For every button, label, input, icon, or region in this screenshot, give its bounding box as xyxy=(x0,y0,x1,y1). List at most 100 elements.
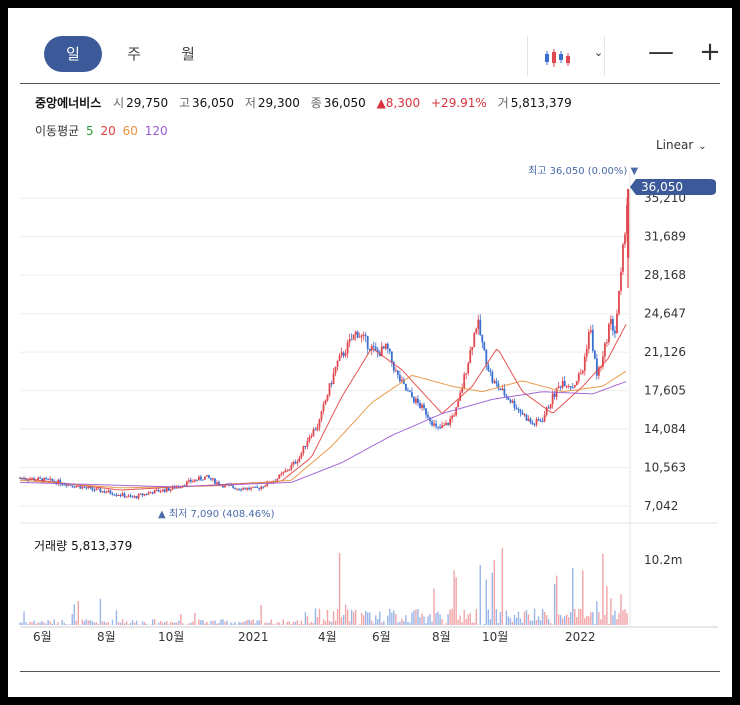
volume-bar xyxy=(164,621,166,625)
volume-bar xyxy=(264,622,266,625)
volume-bar xyxy=(413,610,415,625)
volume-bar xyxy=(19,622,21,625)
candle-body xyxy=(288,469,291,471)
candle-body xyxy=(286,470,289,472)
volume-bar xyxy=(568,617,570,625)
volume-bar xyxy=(304,612,307,625)
volume-bar xyxy=(288,621,291,625)
volume-bar xyxy=(200,620,202,625)
x-tick-label: 10월 xyxy=(158,630,184,644)
candle-body xyxy=(292,461,295,465)
candle-body xyxy=(579,373,582,375)
volume-bar xyxy=(143,622,146,625)
volume-bar xyxy=(218,623,220,625)
candle-body xyxy=(557,386,560,388)
candle-body xyxy=(135,496,138,499)
volume-bar xyxy=(578,609,580,625)
candle-body xyxy=(505,395,508,397)
volume-bar xyxy=(198,619,200,625)
volume-bar xyxy=(618,613,620,625)
volume-bar xyxy=(208,624,210,625)
candle-body xyxy=(495,381,498,384)
candle-body xyxy=(131,496,134,498)
candle-body xyxy=(111,493,114,495)
volume-bar xyxy=(91,621,94,625)
volume-bar xyxy=(590,612,592,625)
candle-body xyxy=(356,331,359,338)
volume-bar xyxy=(539,620,542,625)
price-chart[interactable]: 35,21031,68928,16824,64721,12617,60514,0… xyxy=(8,8,732,697)
current-price-label: 36,050 xyxy=(641,180,683,194)
volume-bar xyxy=(342,614,345,625)
candle-body xyxy=(622,244,624,272)
candle-body xyxy=(386,343,389,349)
candle-body xyxy=(284,470,287,473)
volume-bar xyxy=(543,612,546,625)
candle-body xyxy=(473,333,476,348)
volume-bar xyxy=(495,609,498,625)
volume-bar xyxy=(565,614,568,625)
volume-bar xyxy=(21,622,23,625)
candle-body xyxy=(304,445,307,447)
volume-bar xyxy=(555,575,558,625)
volume-bar xyxy=(238,622,240,625)
volume-bar xyxy=(258,620,260,625)
volume-bar xyxy=(192,621,194,625)
candle-body xyxy=(501,388,504,391)
volume-bar xyxy=(529,620,532,625)
volume-bar xyxy=(35,623,37,625)
volume-bar xyxy=(51,623,53,625)
candle-body xyxy=(39,477,41,479)
candle-body xyxy=(624,234,626,245)
candle-body xyxy=(294,461,297,464)
volume-bar xyxy=(451,608,453,625)
volume-bar xyxy=(340,617,343,625)
candle-body xyxy=(85,487,88,489)
volume-bar xyxy=(272,623,274,625)
candle-body xyxy=(541,421,544,423)
chart-widget: 일 주 월 ⌄ — + 중앙에너비스 시 29,750 고 36,050 저 29,3… xyxy=(8,8,732,697)
volume-bar xyxy=(549,622,552,625)
volume-bar xyxy=(101,621,104,625)
candle-body xyxy=(204,476,206,480)
candle-body xyxy=(119,495,122,497)
candle-body xyxy=(51,478,54,481)
candle-body xyxy=(155,489,158,491)
volume-bar xyxy=(210,620,212,625)
candle-body xyxy=(163,489,166,492)
candle-body xyxy=(362,334,365,336)
volume-bar xyxy=(533,608,536,625)
volume-bar xyxy=(626,613,628,625)
candle-body xyxy=(81,486,84,489)
volume-bar xyxy=(563,616,566,625)
volume-bar xyxy=(322,619,325,625)
volume-bar xyxy=(535,620,538,625)
volume-bar xyxy=(276,622,278,625)
candle-body xyxy=(248,487,251,490)
volume-bar xyxy=(129,623,132,625)
candle-body xyxy=(336,360,339,367)
volume-bar xyxy=(483,623,485,625)
candle-body xyxy=(212,478,214,480)
y-tick-label: 14,084 xyxy=(644,422,686,436)
candle-body xyxy=(407,390,409,392)
candle-body xyxy=(396,370,399,375)
volume-bar xyxy=(553,583,556,625)
candle-body xyxy=(232,485,234,488)
volume-bar xyxy=(501,547,504,625)
volume-bar xyxy=(559,615,562,625)
volume-bar xyxy=(250,620,252,625)
candle-body xyxy=(551,393,554,405)
candle-body xyxy=(193,479,196,482)
volume-bar xyxy=(151,619,154,625)
volume-bar xyxy=(360,613,363,625)
y-tick-label: 24,647 xyxy=(644,307,686,321)
volume-bar xyxy=(29,621,31,625)
candle-body xyxy=(73,486,76,488)
volume-bar xyxy=(467,614,469,625)
y-tick-label: 10,563 xyxy=(644,461,686,475)
volume-bar xyxy=(302,623,305,625)
candle-body xyxy=(483,342,486,351)
candle-body xyxy=(523,414,526,416)
candle-body xyxy=(479,319,482,335)
